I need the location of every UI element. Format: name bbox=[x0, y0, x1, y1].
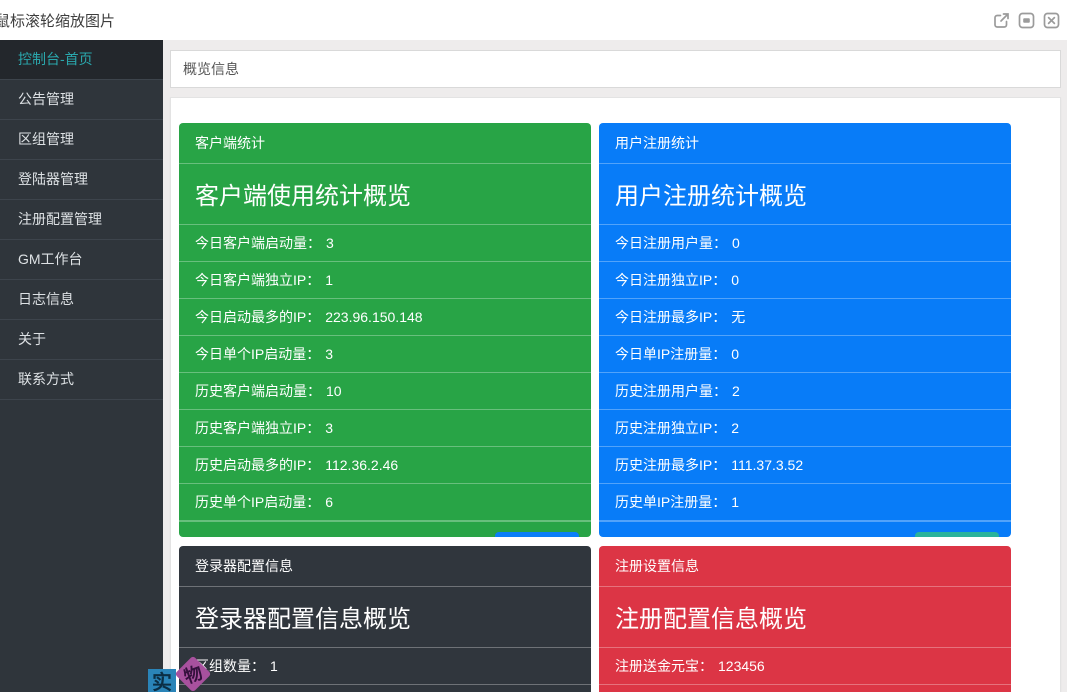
stat-value: 1 bbox=[270, 658, 278, 674]
stat-label: 今日注册最多IP： bbox=[615, 309, 726, 325]
stat-label: 注册送金元宝： bbox=[615, 658, 713, 674]
floating-badge-shi[interactable]: 实 bbox=[148, 669, 176, 692]
stat-label: 今日启动最多的IP： bbox=[195, 309, 320, 325]
stat-row: 历史客户端独立IP： 3 bbox=[179, 410, 591, 447]
register-settings-card: 注册设置信息 注册配置信息概览 注册送金元宝： 123456 注册送银元宝：123… bbox=[599, 546, 1011, 692]
register-stats-card-footer: 查看详情 bbox=[599, 521, 1011, 537]
client-stats-card: 客户端统计 客户端使用统计概览 今日客户端启动量： 3 今日客户端独立IP： 1 今… bbox=[179, 123, 591, 537]
stat-label: 今日单IP注册量： bbox=[615, 346, 726, 362]
stat-value: 223.96.150.148 bbox=[325, 309, 422, 325]
sidebar-nav: 控制台-首页 公告管理 区组管理 登陆器管理 注册配置管理 GM工作台 日志信息… bbox=[0, 40, 163, 692]
stat-row: 今日客户端启动量： 3 bbox=[179, 225, 591, 262]
sidebar-item-gm-workbench[interactable]: GM工作台 bbox=[0, 240, 163, 280]
register-settings-card-header: 注册设置信息 bbox=[599, 546, 1011, 587]
app-body: 控制台-首页 公告管理 区组管理 登陆器管理 注册配置管理 GM工作台 日志信息… bbox=[0, 40, 1067, 692]
stat-row: 历史单个IP启动量： 6 bbox=[179, 484, 591, 521]
stat-value: 3 bbox=[325, 346, 333, 362]
stat-value: 0 bbox=[731, 346, 739, 362]
stat-value: 3 bbox=[326, 235, 334, 251]
sidebar-item-announcement-mgmt[interactable]: 公告管理 bbox=[0, 80, 163, 120]
stat-value: 111.37.3.52 bbox=[731, 457, 803, 473]
stat-value: 0 bbox=[731, 272, 739, 288]
stat-label: 历史启动最多的IP： bbox=[195, 457, 320, 473]
stat-label: 今日注册用户量： bbox=[615, 235, 727, 251]
stat-label: 历史注册最多IP： bbox=[615, 457, 726, 473]
sidebar-item-zone-mgmt[interactable]: 区组管理 bbox=[0, 120, 163, 160]
stat-value: 2 bbox=[731, 420, 739, 436]
main-content: 概览信息 客户端统计 客户端使用统计概览 今日客户端启动量： 3 今日客户端独立I… bbox=[163, 40, 1067, 692]
stat-value: 10 bbox=[326, 383, 342, 399]
stat-value: 6 bbox=[325, 494, 333, 510]
maximize-icon[interactable] bbox=[1018, 12, 1035, 29]
stat-row: 历史启动最多的IP： 112.36.2.46 bbox=[179, 447, 591, 484]
stat-label: 历史单IP注册量： bbox=[615, 494, 726, 510]
stat-value: 无 bbox=[731, 309, 745, 325]
window-title: 鼠标滚轮缩放图片 bbox=[0, 10, 115, 31]
stat-row: 区组数量：1 bbox=[179, 648, 591, 685]
client-stats-card-header: 客户端统计 bbox=[179, 123, 591, 164]
sidebar-item-contact[interactable]: 联系方式 bbox=[0, 360, 163, 400]
launcher-config-card-title: 登录器配置信息概览 bbox=[179, 587, 591, 648]
launcher-config-card: 登录器配置信息 登录器配置信息概览 区组数量：1 公告数量：1 bbox=[179, 546, 591, 692]
stat-row: 公告数量：1 bbox=[179, 685, 591, 692]
stat-label: 历史注册独立IP： bbox=[615, 420, 726, 436]
close-icon[interactable] bbox=[1043, 12, 1060, 29]
stat-value: 1 bbox=[325, 272, 333, 288]
register-stats-card: 用户注册统计 用户注册统计概览 今日注册用户量： 0 今日注册独立IP： 0 今日注… bbox=[599, 123, 1011, 537]
stat-row: 历史客户端启动量： 10 bbox=[179, 373, 591, 410]
stat-row: 今日启动最多的IP： 223.96.150.148 bbox=[179, 299, 591, 336]
stat-label: 今日客户端独立IP： bbox=[195, 272, 320, 288]
stat-row: 历史注册最多IP： 111.37.3.52 bbox=[599, 447, 1011, 484]
stat-value: 0 bbox=[732, 235, 740, 251]
stat-row: 今日客户端独立IP： 1 bbox=[179, 262, 591, 299]
stat-row: 今日注册独立IP： 0 bbox=[599, 262, 1011, 299]
stat-value: 1 bbox=[731, 494, 739, 510]
stat-value: 112.36.2.46 bbox=[325, 457, 398, 473]
stat-value: 3 bbox=[325, 420, 333, 436]
launcher-config-card-header: 登录器配置信息 bbox=[179, 546, 591, 587]
sidebar-item-log-info[interactable]: 日志信息 bbox=[0, 280, 163, 320]
stat-row: 今日注册最多IP： 无 bbox=[599, 299, 1011, 336]
client-stats-card-footer: 查看详情 bbox=[179, 521, 591, 537]
stat-label: 今日客户端启动量： bbox=[195, 235, 321, 251]
stat-row: 历史注册独立IP： 2 bbox=[599, 410, 1011, 447]
stat-row: 历史单IP注册量： 1 bbox=[599, 484, 1011, 521]
stat-label: 历史客户端独立IP： bbox=[195, 420, 320, 436]
client-stats-card-title: 客户端使用统计概览 bbox=[179, 164, 591, 225]
stat-label: 今日单个IP启动量： bbox=[195, 346, 320, 362]
stat-label: 历史注册用户量： bbox=[615, 383, 727, 399]
register-view-details-button[interactable]: 查看详情 bbox=[915, 532, 999, 537]
page-title: 概览信息 bbox=[170, 50, 1061, 88]
sidebar-item-launcher-mgmt[interactable]: 登陆器管理 bbox=[0, 160, 163, 200]
stat-row: 注册送银元宝：12346 bbox=[599, 685, 1011, 692]
window-controls bbox=[993, 12, 1060, 29]
overview-panel: 客户端统计 客户端使用统计概览 今日客户端启动量： 3 今日客户端独立IP： 1 今… bbox=[170, 97, 1061, 692]
cards-grid: 客户端统计 客户端使用统计概览 今日客户端启动量： 3 今日客户端独立IP： 1 今… bbox=[179, 123, 1052, 692]
open-external-icon[interactable] bbox=[993, 12, 1010, 29]
stat-row: 今日单个IP启动量： 3 bbox=[179, 336, 591, 373]
stat-value: 123456 bbox=[718, 658, 765, 674]
register-stats-card-title: 用户注册统计概览 bbox=[599, 164, 1011, 225]
sidebar-item-console-home[interactable]: 控制台-首页 bbox=[0, 40, 163, 80]
stat-label: 历史单个IP启动量： bbox=[195, 494, 320, 510]
client-view-details-button[interactable]: 查看详情 bbox=[495, 532, 579, 537]
window-titlebar: 鼠标滚轮缩放图片 bbox=[0, 0, 1067, 40]
register-settings-card-title: 注册配置信息概览 bbox=[599, 587, 1011, 648]
sidebar-item-register-config-mgmt[interactable]: 注册配置管理 bbox=[0, 200, 163, 240]
sidebar-item-about[interactable]: 关于 bbox=[0, 320, 163, 360]
stat-value: 2 bbox=[732, 383, 740, 399]
stat-row: 历史注册用户量： 2 bbox=[599, 373, 1011, 410]
stat-label: 历史客户端启动量： bbox=[195, 383, 321, 399]
stat-row: 注册送金元宝： 123456 bbox=[599, 648, 1011, 685]
register-stats-card-header: 用户注册统计 bbox=[599, 123, 1011, 164]
stat-label: 今日注册独立IP： bbox=[615, 272, 726, 288]
stat-row: 今日单IP注册量： 0 bbox=[599, 336, 1011, 373]
stat-row: 今日注册用户量： 0 bbox=[599, 225, 1011, 262]
